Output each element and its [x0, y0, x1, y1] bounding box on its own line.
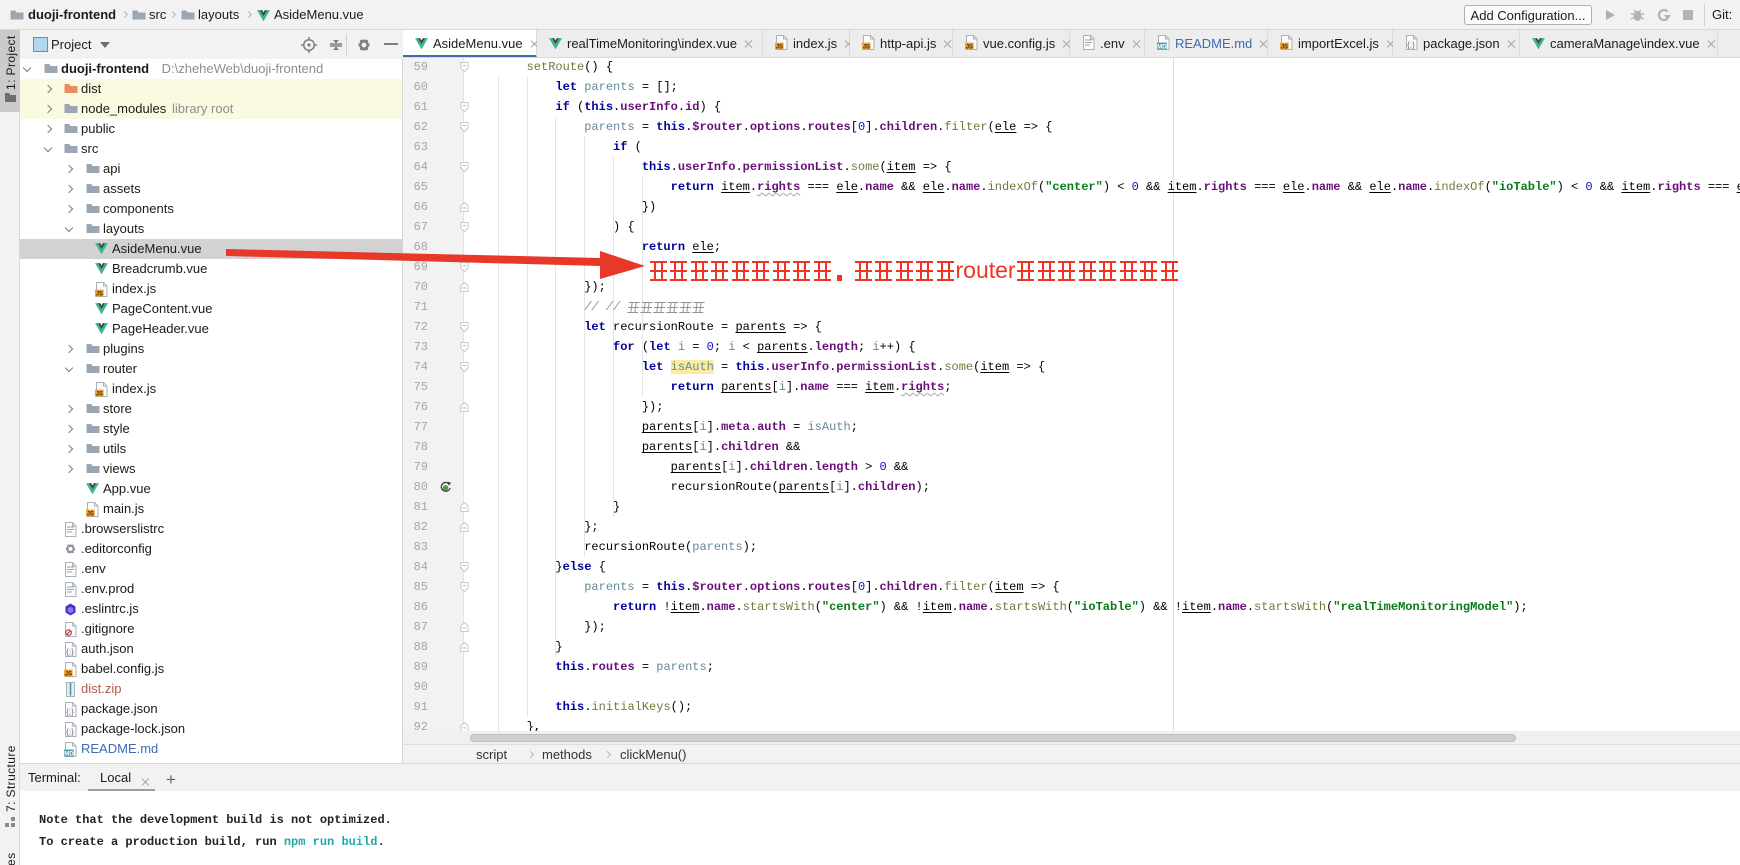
- svg-text:{;}: {;}: [1407, 40, 1415, 50]
- svg-text:JS: JS: [96, 391, 103, 397]
- svg-text:JS: JS: [65, 671, 72, 677]
- svg-text:JS: JS: [863, 44, 870, 50]
- svg-text:JS: JS: [96, 291, 103, 297]
- svg-text:JS: JS: [966, 44, 973, 50]
- svg-text:{;}: {;}: [66, 707, 74, 717]
- svg-text:MD: MD: [1157, 44, 1167, 50]
- svg-text:JS: JS: [776, 44, 783, 50]
- svg-text:MD: MD: [64, 751, 74, 757]
- svg-text:JS: JS: [1281, 44, 1288, 50]
- svg-text:JS: JS: [87, 511, 94, 517]
- svg-text:{;}: {;}: [66, 647, 74, 657]
- svg-text:{;}: {;}: [66, 727, 74, 737]
